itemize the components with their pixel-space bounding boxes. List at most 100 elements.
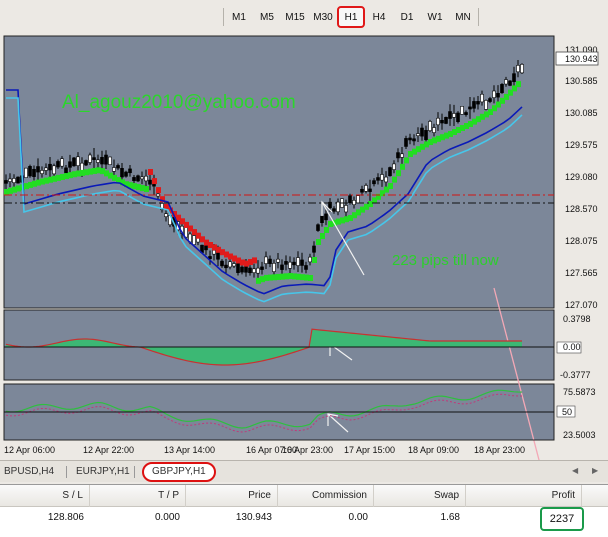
price-candle-body <box>372 180 376 185</box>
price-candle-body <box>280 264 284 270</box>
price-candle-body <box>348 195 352 203</box>
price-candle-body <box>96 159 100 163</box>
osc1-tick-bottom: -0.3777 <box>560 370 591 380</box>
price-candle-body <box>44 167 48 171</box>
price-candle-body <box>404 138 408 147</box>
chart-canvas[interactable]: Al_agouz2010@yahoo.com 223 pips till now… <box>0 32 608 460</box>
tab-eurjpy-h1[interactable]: EURJPY,H1 <box>72 464 134 480</box>
trend-dot <box>324 227 329 233</box>
price-candle-body <box>104 154 108 165</box>
triangle-left-icon[interactable]: ◀ <box>572 466 578 475</box>
timeframe-m1-button[interactable]: M1 <box>225 6 253 28</box>
metatrader-window: M1 M5 M15 M30 H1 H4 D1 W1 MN Al_agouz201… <box>0 0 608 537</box>
price-candle-body <box>108 156 112 165</box>
price-candle-body <box>12 178 16 183</box>
price-tick-7: 128.075 <box>565 236 598 246</box>
osc2-tick-fifty: 50 <box>562 407 572 417</box>
trend-dot <box>516 81 521 88</box>
price-candle-body <box>512 73 516 83</box>
price-candle-body <box>436 117 440 126</box>
column-sl-header[interactable]: S / L <box>0 485 90 507</box>
time-tick-8: 18 Apr 23:00 <box>474 445 525 455</box>
price-candle-body <box>300 259 304 266</box>
column-price-header[interactable]: Price <box>186 485 278 507</box>
tab-bpusd-h4[interactable]: BPUSD,H4 <box>0 464 58 480</box>
price-tick-2: 130.585 <box>565 76 598 86</box>
price-candle-body <box>132 177 136 182</box>
trend-dot <box>400 163 405 170</box>
osc1-tick-zero: 0.00 <box>563 342 581 352</box>
price-candle-body <box>72 157 76 167</box>
timeframe-h4-button[interactable]: H4 <box>365 6 393 28</box>
timeframe-m15-button[interactable]: M15 <box>281 6 309 28</box>
cell-profit: 2237 <box>540 507 584 531</box>
column-commission-header[interactable]: Commission <box>278 485 374 507</box>
price-candle-body <box>400 153 404 158</box>
trend-dot <box>388 183 393 189</box>
trend-dot <box>392 176 397 183</box>
table-header: S / L T / P Price Commission Swap Profit <box>0 485 608 507</box>
price-candle-body <box>76 156 80 166</box>
price-candle-body <box>112 167 116 172</box>
price-candle-body <box>60 158 64 167</box>
price-candle-body <box>408 137 412 141</box>
price-tick-6: 128.570 <box>565 204 598 214</box>
price-candle-body <box>420 127 424 137</box>
price-candle-body <box>256 267 260 274</box>
triangle-right-icon[interactable]: ▶ <box>592 466 598 475</box>
price-candle-body <box>16 176 20 184</box>
column-swap-header[interactable]: Swap <box>374 485 466 507</box>
tab-separator <box>134 466 135 478</box>
timeframe-mn-button[interactable]: MN <box>449 6 477 28</box>
cell-tp: 0.000 <box>154 512 180 523</box>
price-candle-body <box>412 138 416 142</box>
price-candle-body <box>284 261 288 265</box>
tab-gbpjpy-h1[interactable]: GBPJPY,H1 <box>142 462 216 482</box>
price-candle-body <box>252 268 256 273</box>
timeframe-w1-button[interactable]: W1 <box>421 6 449 28</box>
price-candle-body <box>216 252 220 260</box>
column-tp-header[interactable]: T / P <box>90 485 186 507</box>
price-candle-body <box>344 205 348 213</box>
trend-dot <box>316 239 321 245</box>
price-candle-body <box>452 113 456 118</box>
watermark-text: Al_agouz2010@yahoo.com <box>62 92 296 113</box>
timeframe-m30-button[interactable]: M30 <box>309 6 337 28</box>
column-profit-header[interactable]: Profit <box>466 485 582 507</box>
price-candle-body <box>92 157 96 160</box>
osc2-tick-top: 75.5873 <box>563 387 596 397</box>
price-candle-body <box>84 160 88 166</box>
price-candle-body <box>468 106 472 110</box>
price-candle-body <box>296 257 300 266</box>
cell-sl: 128.806 <box>47 512 84 523</box>
current-price-label: 130.943 <box>565 54 598 64</box>
price-candle-body <box>428 121 432 131</box>
toolbar-separator <box>223 8 224 26</box>
price-candle-body <box>40 170 44 174</box>
price-candle-body <box>460 106 464 115</box>
price-candle-body <box>148 179 152 185</box>
trend-dot <box>252 257 257 264</box>
price-tick-3: 130.085 <box>565 108 598 118</box>
timeframe-h1-button[interactable]: H1 <box>337 6 365 28</box>
price-candle-body <box>376 177 380 181</box>
price-candle-body <box>476 101 480 105</box>
price-candle-body <box>496 92 500 98</box>
price-candle-body <box>120 168 124 178</box>
price-candle-body <box>4 180 8 184</box>
symbol-tabs-bar: BPUSD,H4 EURJPY,H1 GBPJPY,H1 ◀ ▶ <box>0 460 608 482</box>
annotation-text: 223 pips till now <box>392 252 499 269</box>
trend-dot <box>148 169 153 175</box>
price-chart[interactable]: Al_agouz2010@yahoo.com 223 pips till now… <box>0 32 608 460</box>
timeframe-m5-button[interactable]: M5 <box>253 6 281 28</box>
price-candle-body <box>204 245 208 251</box>
price-candle-body <box>140 176 144 180</box>
price-candle-body <box>516 65 520 73</box>
price-candle-body <box>360 188 364 193</box>
price-candle-body <box>292 261 296 266</box>
price-candle-body <box>504 79 508 85</box>
cell-swap: 1.68 <box>440 512 460 523</box>
timeframe-d1-button[interactable]: D1 <box>393 6 421 28</box>
price-candle-body <box>368 188 372 192</box>
price-candle-body <box>220 260 224 267</box>
